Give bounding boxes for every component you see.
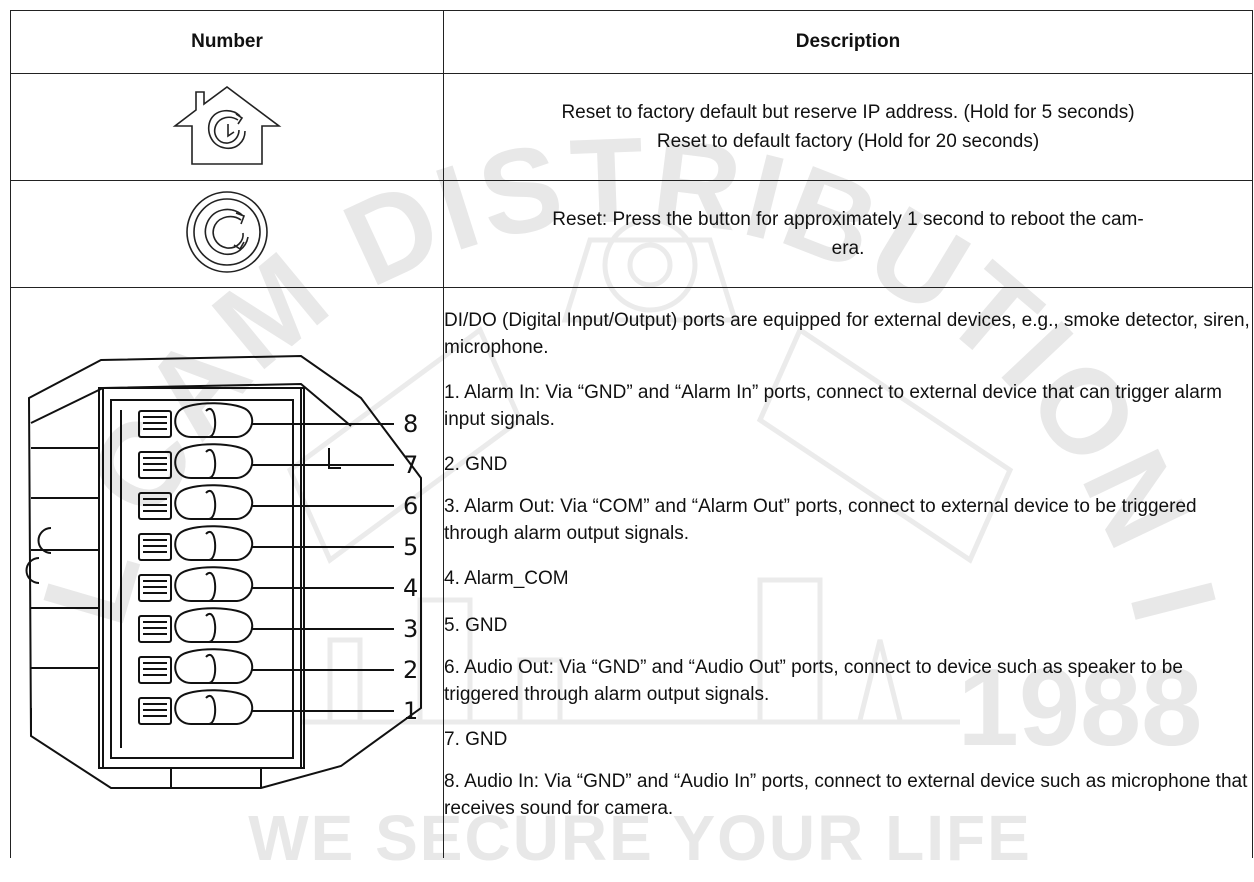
list-item: 8. Audio In: Via “GND” and “Audio In” po…	[444, 770, 1248, 819]
table-row: Reset: Press the button for approximatel…	[10, 180, 1253, 288]
pin-label: 3	[403, 615, 418, 643]
icon-cell	[10, 180, 444, 288]
list-item: 4. Alarm_COM	[444, 567, 569, 589]
pin-label: 5	[403, 533, 418, 561]
table-row: 8 7 6 5 4 3 2 1 DI/DO (Digital Input/Out…	[10, 287, 1253, 858]
description-line: era.	[831, 238, 865, 259]
factory-reset-house-icon	[172, 85, 282, 165]
reboot-button-icon	[186, 190, 268, 273]
ports-spec-table: Number Description Reset to factory defa…	[10, 10, 1253, 858]
table-header-row: Number Description	[10, 10, 1253, 74]
description-cell: DI/DO (Digital Input/Output) ports are e…	[443, 287, 1253, 858]
list-item: 1. Alarm In: Via “GND” and “Alarm In” po…	[444, 381, 1222, 430]
description-line: Reset: Press the button for approximatel…	[552, 209, 1144, 230]
pin-label: 6	[403, 492, 418, 520]
description-line: Reset to factory default but reserve IP …	[561, 102, 1135, 123]
list-item: 7. GND	[444, 728, 508, 750]
header-number: Number	[10, 10, 444, 74]
list-item: 3. Alarm Out: Via “COM” and “Alarm Out” …	[444, 495, 1197, 544]
header-description: Description	[443, 10, 1253, 74]
description-cell: Reset: Press the button for approximatel…	[443, 180, 1253, 288]
list-item: 6. Audio Out: Via “GND” and “Audio Out” …	[444, 656, 1183, 705]
dido-intro: DI/DO (Digital Input/Output) ports are e…	[444, 309, 1250, 358]
list-item: 5. GND	[444, 614, 508, 636]
description-line: Reset to default factory (Hold for 20 se…	[656, 131, 1040, 152]
description-cell: Reset to factory default but reserve IP …	[443, 73, 1253, 181]
pin-label: 8	[403, 410, 418, 438]
dido-terminal-block-diagram: 8 7 6 5 4 3 2 1	[25, 354, 422, 789]
pin-label: 2	[403, 656, 418, 684]
pin-label: 7	[403, 451, 418, 479]
list-item: 2. GND	[444, 453, 508, 475]
icon-cell: 8 7 6 5 4 3 2 1	[10, 287, 444, 858]
pin-label: 1	[403, 697, 418, 725]
icon-cell	[10, 73, 444, 181]
pin-label: 4	[403, 574, 418, 602]
table-row: Reset to factory default but reserve IP …	[10, 73, 1253, 181]
